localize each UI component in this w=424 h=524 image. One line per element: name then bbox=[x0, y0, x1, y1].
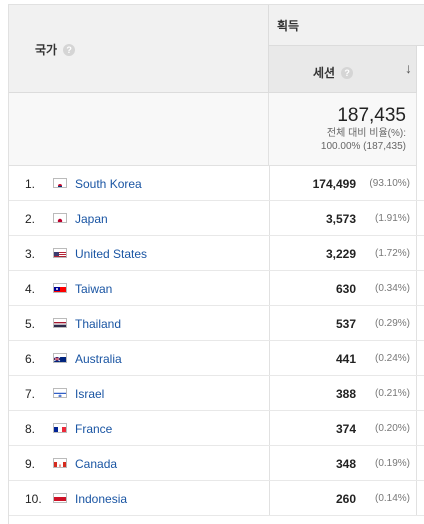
sessions-cell: 374 (0.20%) bbox=[269, 411, 417, 445]
row-index: 5. bbox=[25, 317, 36, 331]
table-row: 5. Thailand 537 (0.29%) bbox=[9, 306, 424, 341]
row-index: 4. bbox=[25, 282, 36, 296]
thailand-flag-icon bbox=[53, 318, 67, 328]
sessions-percent: (0.19%) bbox=[374, 458, 410, 469]
table-row: 1. South Korea 174,499 (93.10%) bbox=[9, 166, 424, 201]
sessions-cell: 537 (0.29%) bbox=[269, 306, 417, 340]
south-korea-flag-icon bbox=[53, 178, 67, 188]
total-pct-label: 전체 대비 비율(%): bbox=[326, 128, 406, 139]
sessions-percent: (0.21%) bbox=[374, 388, 410, 399]
country-link[interactable]: Thailand bbox=[75, 317, 121, 331]
country-link[interactable]: Japan bbox=[75, 212, 108, 226]
country-link[interactable]: Canada bbox=[75, 457, 117, 471]
country-link[interactable]: Australia bbox=[75, 352, 122, 366]
acquisition-group-header: 획득 bbox=[269, 5, 424, 46]
israel-flag-icon bbox=[53, 388, 67, 398]
france-flag-icon bbox=[53, 423, 67, 433]
country-column-header[interactable]: 국가 ? bbox=[9, 5, 269, 93]
sessions-value: 260 bbox=[335, 492, 356, 506]
sessions-header-label: 세션 bbox=[313, 66, 336, 80]
sessions-column-header[interactable]: 세션 ? ↓ bbox=[269, 46, 417, 93]
sessions-percent: (0.29%) bbox=[374, 318, 410, 329]
sessions-cell: 348 (0.19%) bbox=[269, 446, 417, 480]
sessions-cell: 174,499 (93.10%) bbox=[269, 166, 417, 200]
sessions-value: 441 bbox=[335, 352, 356, 366]
table-row: 8. France 374 (0.20%) bbox=[9, 411, 424, 446]
total-sessions-value: 187,435 bbox=[337, 105, 406, 126]
sessions-cell: 630 (0.34%) bbox=[269, 271, 417, 305]
country-link[interactable]: Israel bbox=[75, 387, 104, 401]
country-header: 국가 ? bbox=[35, 41, 76, 58]
sessions-value: 3,573 bbox=[325, 212, 356, 226]
sessions-cell: 3,573 (1.91%) bbox=[269, 201, 417, 235]
sessions-percent: (1.91%) bbox=[374, 213, 410, 224]
japan-flag-icon bbox=[53, 213, 67, 223]
sessions-value: 537 bbox=[335, 317, 356, 331]
help-icon[interactable]: ? bbox=[63, 43, 76, 56]
table-row: 2. Japan 3,573 (1.91%) bbox=[9, 201, 424, 236]
sessions-cell: 441 (0.24%) bbox=[269, 341, 417, 375]
sessions-cell: 388 (0.21%) bbox=[269, 376, 417, 410]
country-link[interactable]: Taiwan bbox=[75, 282, 112, 296]
sessions-value: 174,499 bbox=[312, 177, 356, 191]
sessions-value: 374 bbox=[335, 422, 356, 436]
sessions-value: 348 bbox=[335, 457, 356, 471]
sessions-percent: (0.14%) bbox=[374, 493, 410, 504]
sessions-cell: 3,229 (1.72%) bbox=[269, 236, 417, 270]
indonesia-flag-icon bbox=[53, 493, 67, 503]
country-link[interactable]: United States bbox=[75, 247, 147, 261]
sessions-percent: (1.72%) bbox=[374, 248, 410, 259]
table-row: 7. Israel 388 (0.21%) bbox=[9, 376, 424, 411]
sessions-percent: (0.24%) bbox=[374, 353, 410, 364]
sessions-value: 388 bbox=[335, 387, 356, 401]
table-row: 6. Australia 441 (0.24%) bbox=[9, 341, 424, 376]
sessions-percent: (0.20%) bbox=[374, 423, 410, 434]
totals-label-cell bbox=[9, 93, 269, 166]
australia-flag-icon bbox=[53, 353, 67, 363]
sessions-cell: 260 (0.14%) bbox=[269, 481, 417, 515]
country-link[interactable]: Indonesia bbox=[75, 492, 127, 506]
row-index: 2. bbox=[25, 212, 36, 226]
sessions-value: 3,229 bbox=[325, 247, 356, 261]
total-pct-value: 100.00% (187,435) bbox=[320, 141, 406, 152]
row-index: 9. bbox=[25, 457, 36, 471]
row-index: 3. bbox=[25, 247, 36, 261]
table-row: 10. Indonesia 260 (0.14%) bbox=[9, 481, 424, 516]
acquisition-header-label: 획득 bbox=[277, 19, 300, 33]
country-header-label: 국가 bbox=[35, 43, 58, 57]
country-link[interactable]: South Korea bbox=[75, 177, 142, 191]
united-states-flag-icon bbox=[53, 248, 67, 258]
sort-descending-icon[interactable]: ↓ bbox=[405, 60, 412, 76]
country-rows: 1. South Korea 174,499 (93.10%) 2. Japan… bbox=[9, 166, 424, 516]
table-row: 3. United States 3,229 (1.72%) bbox=[9, 236, 424, 271]
sessions-header: 세션 ? bbox=[313, 64, 354, 81]
table-row: 9. Canada 348 (0.19%) bbox=[9, 446, 424, 481]
row-index: 1. bbox=[25, 177, 36, 191]
canada-flag-icon bbox=[53, 458, 67, 468]
sessions-percent: (0.34%) bbox=[374, 283, 410, 294]
row-index: 8. bbox=[25, 422, 36, 436]
row-index: 10. bbox=[25, 492, 42, 506]
sessions-value: 630 bbox=[335, 282, 356, 296]
report-table: 국가 ? 획득 세션 ? ↓ 187,435 전체 대비 비율(%): 100.… bbox=[8, 4, 424, 524]
sessions-percent: (93.10%) bbox=[369, 178, 410, 189]
country-link[interactable]: France bbox=[75, 422, 112, 436]
table-row: 4. Taiwan 630 (0.34%) bbox=[9, 271, 424, 306]
row-index: 7. bbox=[25, 387, 36, 401]
taiwan-flag-icon bbox=[53, 283, 67, 293]
row-index: 6. bbox=[25, 352, 36, 366]
totals-sessions-cell: 187,435 전체 대비 비율(%): 100.00% (187,435) bbox=[269, 93, 417, 166]
help-icon[interactable]: ? bbox=[341, 66, 354, 79]
